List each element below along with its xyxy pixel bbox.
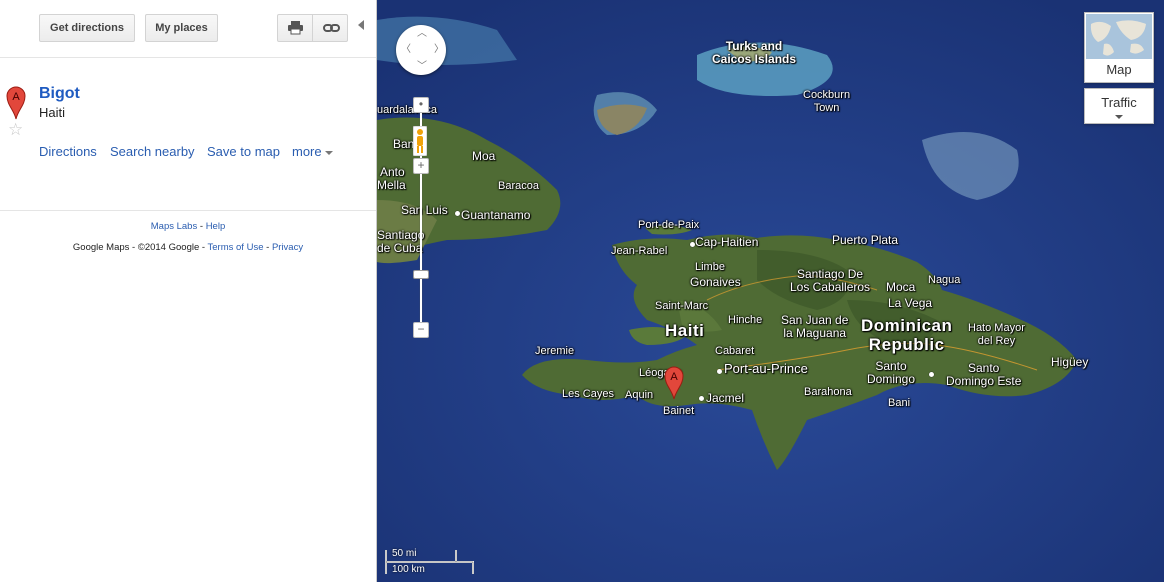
label-la-vega: La Vega: [888, 296, 933, 310]
label-mella: Mella: [377, 178, 406, 192]
label-jean-rabel: Jean-Rabel: [611, 245, 668, 257]
divider: [0, 210, 376, 211]
chevron-down-icon: [324, 150, 333, 155]
zoom-slider-thumb[interactable]: [413, 270, 429, 279]
save-to-map-link[interactable]: Save to map: [207, 144, 280, 159]
search-nearby-link[interactable]: Search nearby: [110, 144, 195, 159]
label-barahona: Barahona: [804, 386, 852, 398]
label-bainet: Bainet: [663, 405, 695, 417]
traffic-button[interactable]: Traffic: [1084, 88, 1154, 124]
label-moca: Moca: [886, 280, 916, 294]
label-gonaives: Gonaives: [690, 275, 741, 289]
label-dominican-republic: Dominican Republic: [861, 316, 953, 354]
result-title[interactable]: Bigot: [39, 85, 80, 103]
footer-labs: Maps Labs - Help: [0, 221, 376, 232]
label-san-luis: San Luis: [401, 203, 448, 217]
pegman-icon[interactable]: [413, 126, 427, 156]
scale-miles: 50 mi: [392, 548, 417, 559]
star-icon[interactable]: ☆: [8, 121, 23, 139]
label-cockburn-town: Cockburn Town: [803, 89, 851, 114]
printer-icon: [288, 21, 303, 35]
label-hato-mayor: Hato Mayor del Rey: [968, 322, 1025, 347]
city-dot: [929, 372, 934, 377]
separator: -: [263, 242, 272, 253]
get-directions-button[interactable]: Get directions: [39, 14, 135, 42]
label-san-juan: San Juan de la Maguana: [781, 313, 849, 340]
label-les-cayes: Les Cayes: [562, 388, 614, 400]
label-jacmel: Jacmel: [706, 391, 745, 405]
label-baracoa: Baracoa: [498, 180, 539, 192]
label-jeremie: Jeremie: [535, 345, 575, 357]
divider: [0, 57, 376, 58]
copyright-text: Google Maps - ©2014 Google -: [72, 242, 208, 253]
result-subtitle: Haiti: [39, 105, 66, 120]
traffic-label: Traffic: [1101, 95, 1137, 110]
more-label: more: [292, 144, 322, 159]
map-type-label: Map: [1106, 62, 1132, 77]
label-moa: Moa: [472, 149, 496, 163]
label-turks-caicos: Turks and Caicos Islands: [712, 39, 797, 66]
scale-bar: 50 mi 100 km: [385, 548, 475, 576]
zoom-out-button[interactable]: −: [413, 322, 429, 338]
city-dot: [690, 242, 695, 247]
label-santo-domingo-este: Santo Domingo Este: [946, 361, 1022, 388]
svg-text:A: A: [12, 91, 20, 103]
label-aquin: Aquin: [625, 389, 654, 401]
separator: -: [197, 221, 206, 232]
collapse-panel-icon[interactable]: [358, 20, 364, 30]
my-places-button[interactable]: My places: [145, 14, 218, 42]
pan-up-icon[interactable]: ︿: [417, 29, 427, 39]
footer-copyright: Google Maps - ©2014 Google - Terms of Us…: [0, 242, 376, 253]
label-banes: Ban: [393, 137, 415, 151]
label-santo-domingo: Santo Domingo: [867, 359, 916, 386]
label-hinche: Hinche: [728, 314, 763, 326]
city-dot: [455, 211, 460, 216]
pan-right-icon[interactable]: 〉: [434, 45, 444, 55]
zoom-in-button[interactable]: +: [413, 158, 429, 174]
marker-a-icon: A: [6, 86, 26, 120]
directions-link[interactable]: Directions: [39, 144, 97, 159]
link-button[interactable]: [312, 14, 348, 42]
maps-labs-link[interactable]: Maps Labs: [151, 221, 197, 232]
label-bani: Bani: [888, 397, 911, 409]
label-port-au-prince: Port-au-Prince: [724, 361, 808, 376]
label-cabaret: Cabaret: [715, 345, 755, 357]
label-saint-marc: Saint-Marc: [655, 300, 709, 312]
pan-left-icon[interactable]: 〈: [401, 45, 411, 55]
link-icon: [323, 24, 340, 32]
label-higuey: Higüey: [1051, 355, 1089, 369]
map-thumbnail: [1086, 14, 1152, 59]
city-dot: [717, 369, 722, 374]
help-link[interactable]: Help: [206, 221, 226, 232]
satellite-map[interactable]: Turks and Caicos Islands Cockburn Town u…: [377, 0, 1164, 582]
label-santiago-de-cuba: Santiago de Cuba: [377, 228, 425, 255]
label-guantanamo: Guantanamo: [461, 208, 531, 222]
map-type-button[interactable]: Map: [1084, 12, 1154, 83]
zoom-reset-icon[interactable]: •: [413, 97, 429, 113]
label-cap-haitien: Cap-Haitien: [695, 235, 759, 249]
label-puerto-plata: Puerto Plata: [832, 233, 899, 247]
label-limbe: Limbe: [695, 261, 725, 273]
city-dot: [699, 396, 704, 401]
side-panel: Get directions My places A ☆ Bigot Haiti…: [0, 0, 377, 582]
more-menu[interactable]: more: [292, 144, 333, 159]
map-marker-a-icon[interactable]: A: [664, 366, 684, 400]
print-button[interactable]: [277, 14, 313, 42]
label-haiti: Haiti: [665, 321, 705, 340]
pan-control[interactable]: ︿ ﹀ 〈 〉: [396, 25, 446, 75]
label-nagua: Nagua: [928, 274, 961, 286]
chevron-down-icon: [1115, 115, 1123, 119]
svg-text:A: A: [670, 371, 678, 383]
terms-link[interactable]: Terms of Use: [208, 242, 264, 253]
label-santiago-caballeros: Santiago De Los Caballeros: [790, 267, 871, 294]
privacy-link[interactable]: Privacy: [272, 242, 303, 253]
label-port-de-paix: Port-de-Paix: [638, 219, 700, 231]
pan-down-icon[interactable]: ﹀: [417, 62, 427, 72]
satellite-imagery: [377, 0, 1164, 582]
scale-km: 100 km: [392, 564, 425, 575]
